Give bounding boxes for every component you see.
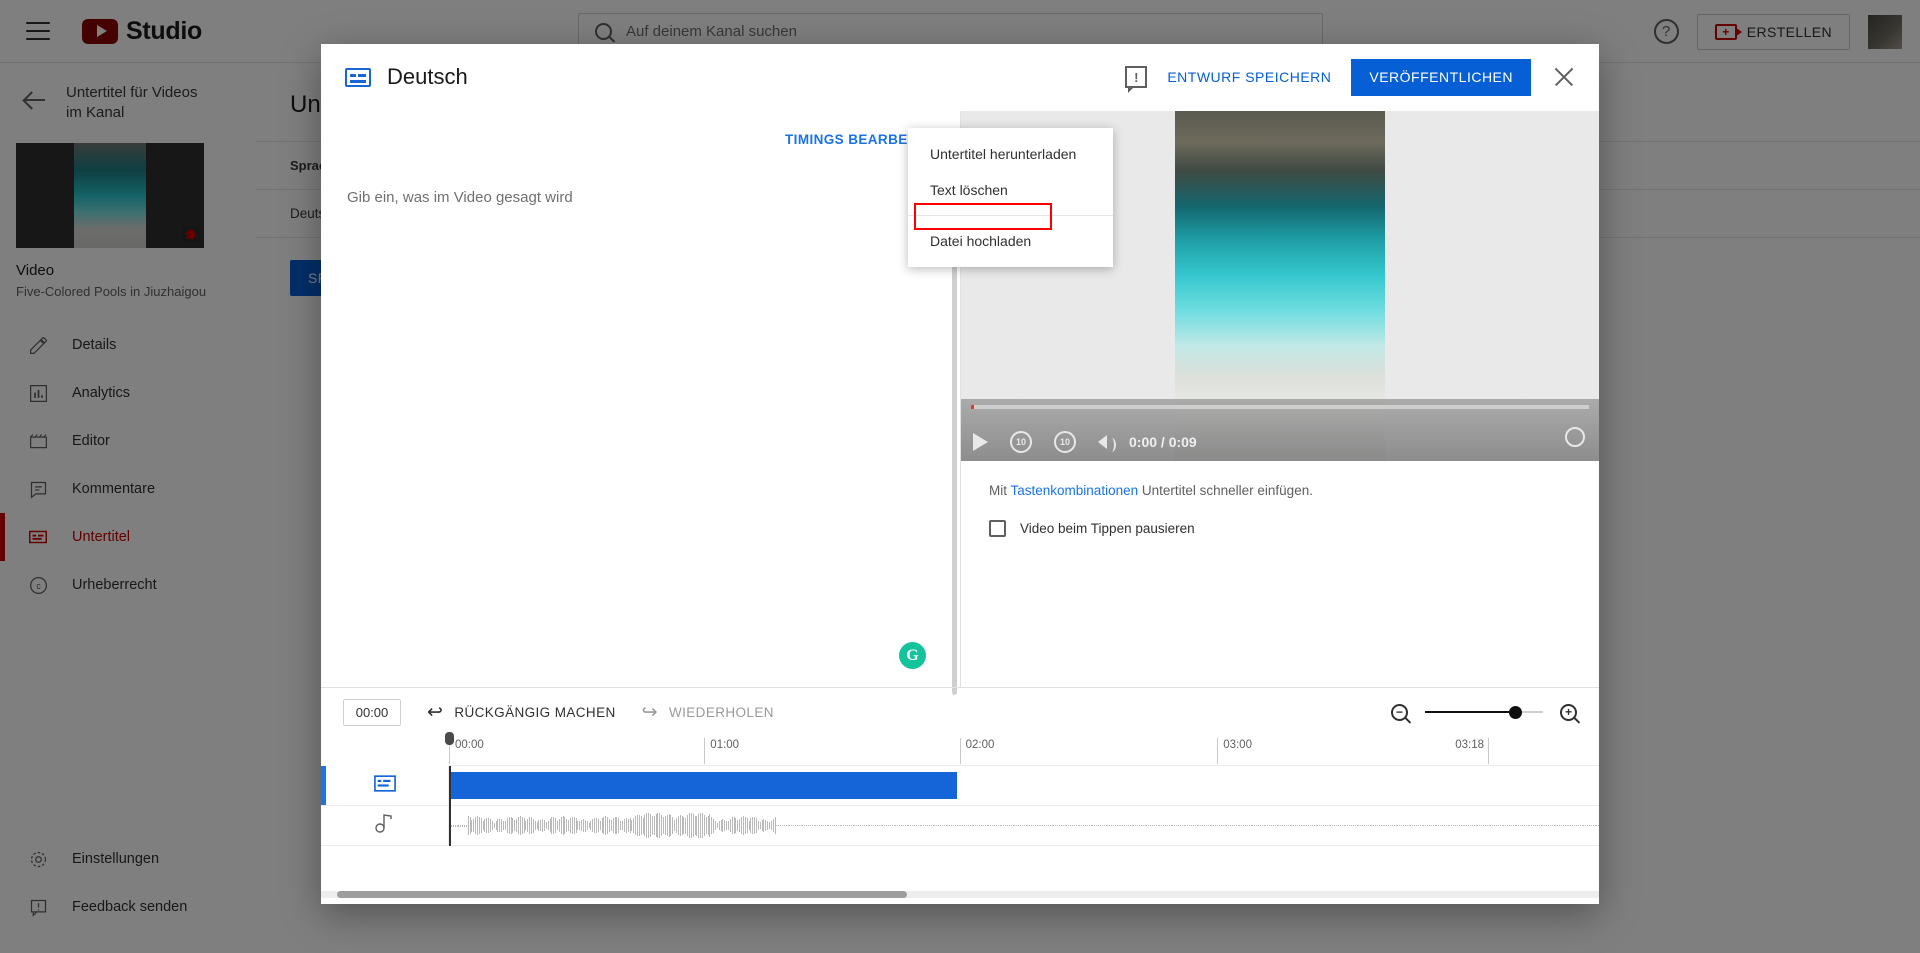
close-icon[interactable] [1551, 64, 1577, 90]
undo-arrow-icon: ↩ [427, 701, 444, 723]
ruler-tick: 01:00 [704, 738, 739, 764]
shortcut-hint: Mit Tastenkombinationen Untertitel schne… [961, 461, 1599, 498]
caption-placeholder: Gib ein, was im Video gesagt wird [347, 189, 573, 206]
pause-on-typing-label: Video beim Tippen pausieren [1020, 521, 1195, 536]
caption-textarea[interactable]: Gib ein, was im Video gesagt wird G [321, 167, 960, 695]
redo-label: WIEDERHOLEN [668, 704, 774, 720]
track-lane[interactable] [449, 806, 1599, 845]
menu-item-download-subtitles[interactable]: Untertitel herunterladen [908, 136, 1113, 172]
volume-icon[interactable] [1098, 435, 1116, 452]
zoom-slider[interactable] [1425, 705, 1543, 719]
undo-label: RÜCKGÄNGIG MACHEN [454, 704, 616, 720]
redo-arrow-icon: ↪ [641, 701, 658, 723]
dialog-title: Deutsch [387, 64, 468, 89]
ruler-tick: 00:00 [449, 738, 484, 764]
save-draft-button[interactable]: ENTWURF SPEICHERN [1167, 69, 1331, 85]
timecode-field[interactable]: 00:00 [343, 698, 401, 726]
ruler-tick: 03:18 [1455, 738, 1490, 764]
track-header[interactable] [321, 806, 449, 845]
timeline-track-audio[interactable] [321, 806, 1599, 846]
player-controls: 10 10 0:00 / 0:09 [961, 399, 1599, 461]
pause-on-typing-row[interactable]: Video beim Tippen pausieren [961, 498, 1599, 537]
publish-button[interactable]: VERÖFFENTLICHEN [1351, 58, 1531, 96]
caption-cue-block[interactable] [451, 772, 957, 799]
pause-on-typing-checkbox[interactable] [989, 520, 1006, 537]
grammarly-badge-icon[interactable]: G [899, 642, 926, 669]
player-buttons: 10 10 0:00 / 0:09 [973, 431, 1197, 453]
ruler-tick: 03:00 [1217, 738, 1252, 764]
ruler-tick: 02:00 [959, 738, 994, 764]
progress-bar[interactable] [971, 405, 1589, 409]
timeline-ruler[interactable]: 00:00 01:00 02:00 03:00 03:18 [449, 736, 1599, 766]
editor-toolbar: TIMINGS BEARBEITEN [321, 111, 960, 167]
timeline-scrollbar[interactable] [337, 891, 907, 898]
track-header[interactable] [321, 766, 449, 805]
screen: Studio ? + ERSTELLEN Untertitel für Vide… [0, 0, 1920, 953]
track-lane[interactable] [449, 766, 1599, 805]
subtitles-icon [373, 774, 396, 797]
play-icon[interactable] [973, 433, 988, 451]
redo-button[interactable]: ↪ WIEDERHOLEN [642, 703, 774, 722]
timeline: 00:00 ↩ RÜCKGÄNGIG MACHEN ↪ WIEDERHOLEN … [321, 687, 1599, 904]
upload-file-highlight [914, 203, 1052, 230]
player-time: 0:00 / 0:09 [1129, 434, 1197, 450]
timeline-toolbar: 00:00 ↩ RÜCKGÄNGIG MACHEN ↪ WIEDERHOLEN … [321, 688, 1599, 736]
timeline-tracks [321, 732, 1599, 846]
timeline-track-captions[interactable] [321, 766, 1599, 806]
replay-10-icon[interactable]: 10 [1010, 431, 1032, 453]
gear-icon[interactable] [1565, 427, 1585, 447]
undo-button[interactable]: ↩ RÜCKGÄNGIG MACHEN [427, 703, 616, 722]
editor-context-menu: Untertitel herunterladen Text löschen Da… [908, 128, 1113, 267]
subtitles-icon [345, 67, 371, 87]
timeline-playhead[interactable] [445, 732, 454, 846]
forward-10-icon[interactable]: 10 [1054, 431, 1076, 453]
editor-scrollbar[interactable] [952, 225, 957, 695]
progress-played [971, 405, 974, 409]
hint-suffix: Untertitel schneller einfügen. [1138, 483, 1313, 498]
feedback-icon[interactable]: ! [1125, 66, 1148, 93]
zoom-in-icon[interactable]: + [1560, 703, 1577, 721]
audio-waveform [451, 812, 1599, 839]
music-note-icon [374, 812, 395, 839]
dialog-actions: ! ENTWURF SPEICHERN VERÖFFENTLICHEN [1125, 58, 1577, 96]
shortcuts-link[interactable]: Tastenkombinationen [1011, 483, 1139, 498]
dialog-header: Deutsch ! ENTWURF SPEICHERN VERÖFFENTLIC… [321, 44, 1599, 110]
hint-prefix: Mit [989, 483, 1011, 498]
zoom-controls: − + [1391, 703, 1577, 721]
zoom-out-icon[interactable]: − [1391, 703, 1408, 721]
caption-editor-pane: TIMINGS BEARBEITEN Gib ein, was im Video… [321, 111, 961, 695]
